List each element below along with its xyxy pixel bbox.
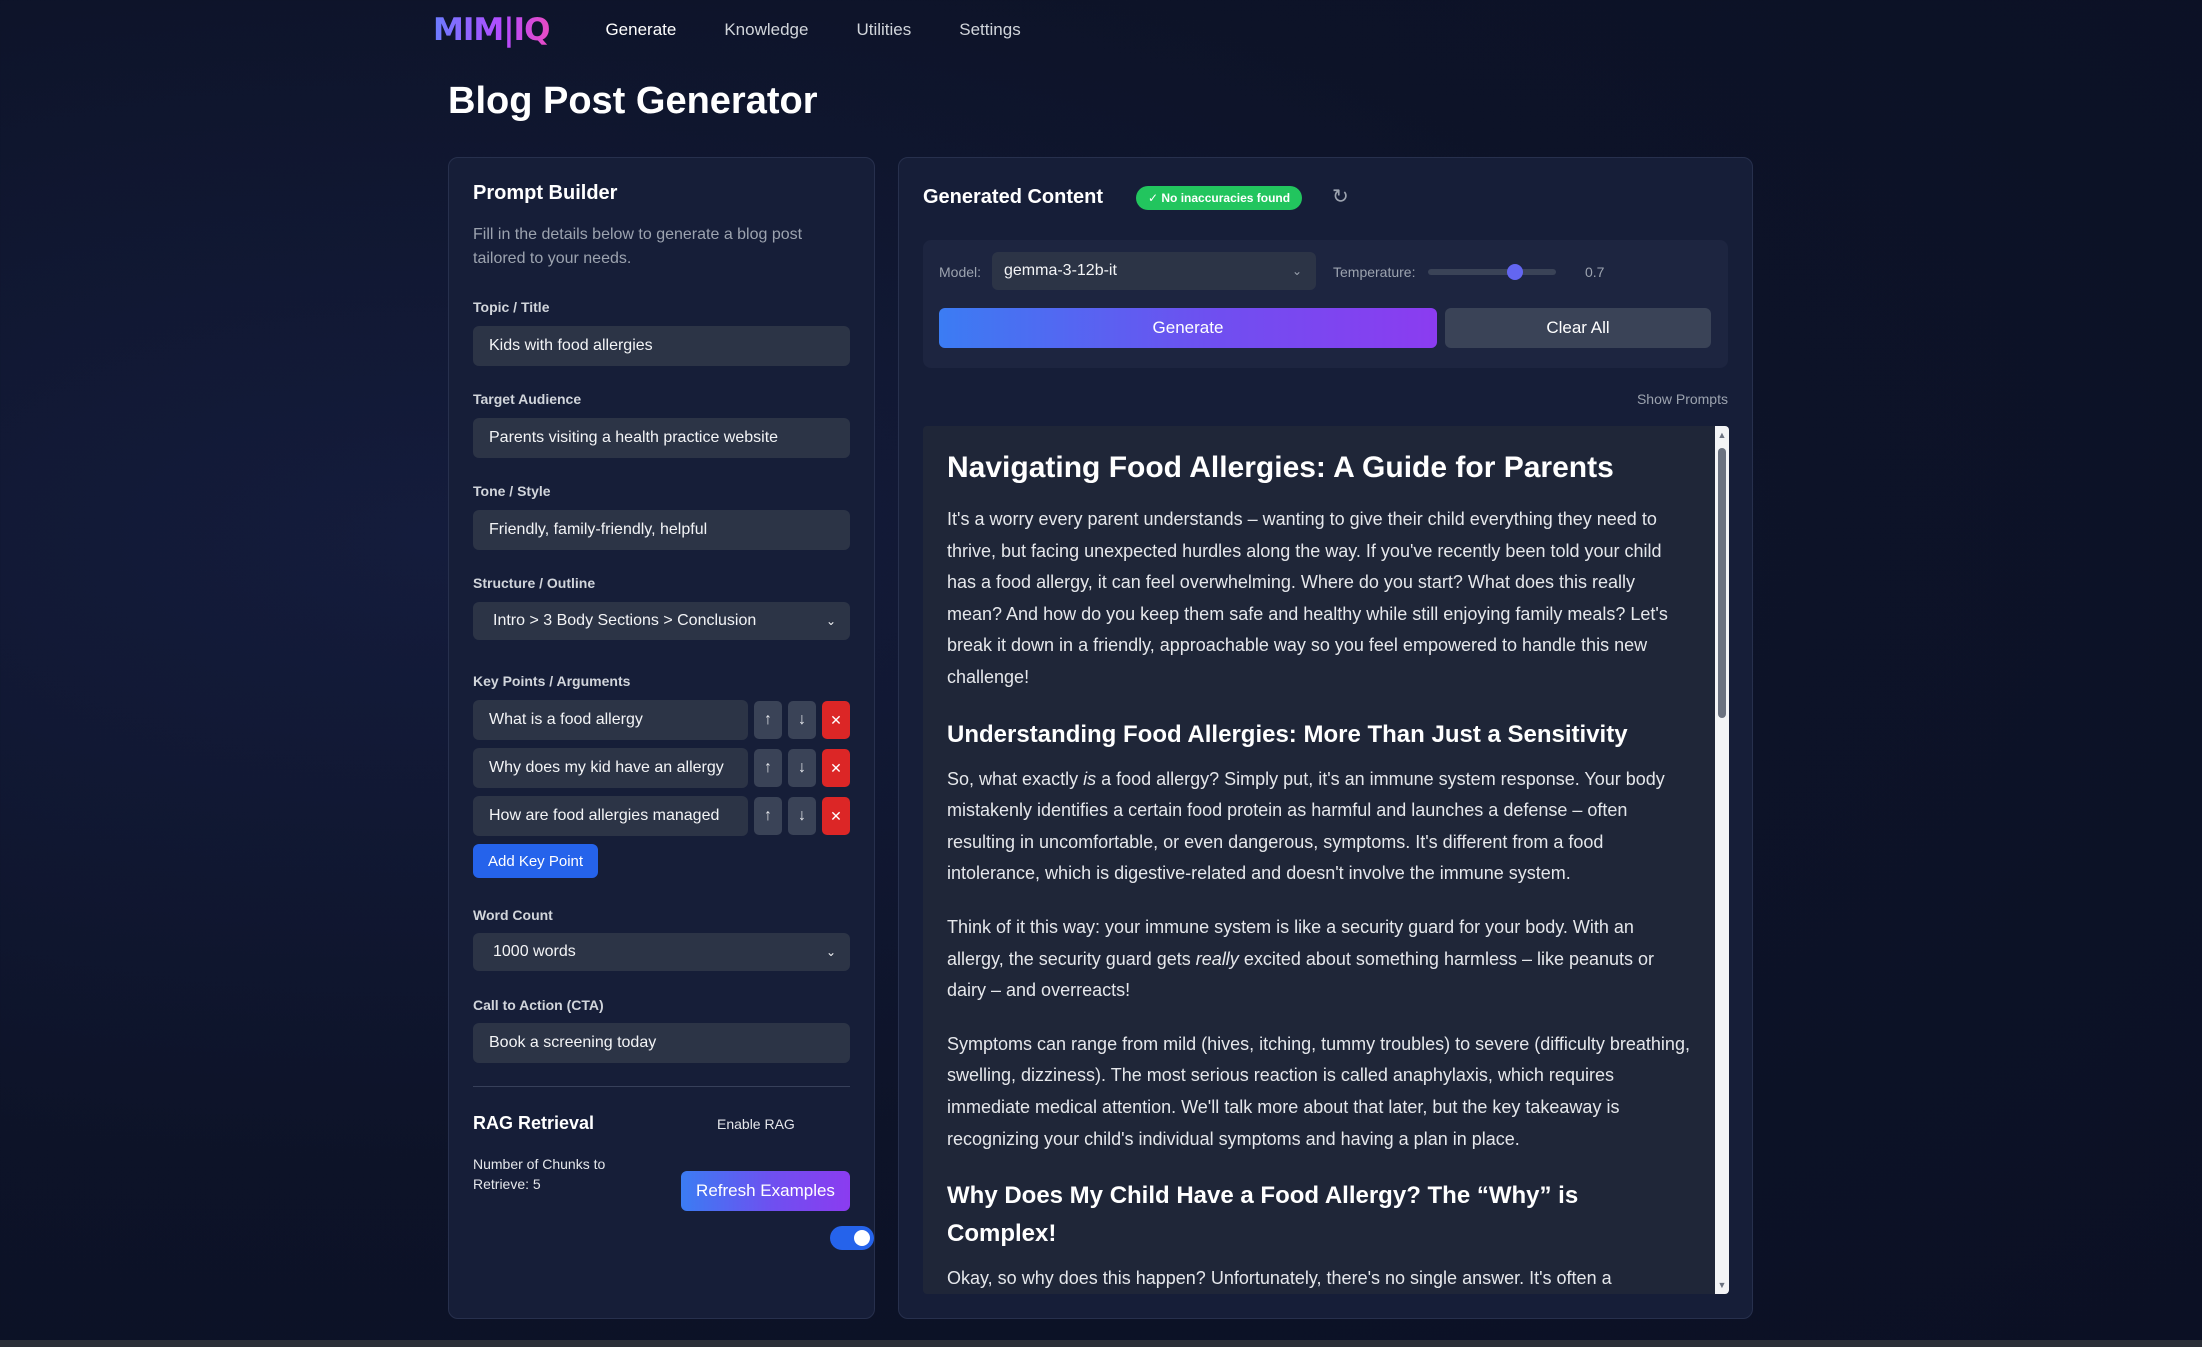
article-paragraph: So, what exactly is a food allergy? Simp… bbox=[947, 768, 1665, 884]
keypoint-input[interactable]: What is a food allergy bbox=[473, 700, 748, 740]
article-body: Navigating Food Allergies: A Guide for P… bbox=[947, 448, 1692, 1294]
enable-rag-toggle[interactable] bbox=[830, 1226, 874, 1250]
article-paragraph: Think of it this way: your immune system… bbox=[947, 916, 1655, 1001]
refresh-examples-button[interactable]: Refresh Examples bbox=[681, 1171, 850, 1211]
keypoint-row: How are food allergies managed ↑ ↓ ✕ bbox=[473, 796, 850, 836]
temperature-label: Temperature: bbox=[1333, 264, 1416, 280]
show-prompts-link[interactable]: Show Prompts bbox=[1637, 391, 1728, 407]
model-label: Model: bbox=[939, 264, 982, 280]
article-heading: Why Does My Child Have a Food Allergy? T… bbox=[947, 1182, 1579, 1248]
add-key-point-button[interactable]: Add Key Point bbox=[473, 844, 598, 878]
tone-input[interactable]: Friendly, family-friendly, helpful bbox=[473, 510, 850, 550]
nav-knowledge[interactable]: Knowledge bbox=[724, 20, 808, 40]
article-paragraph: It's a worry every parent understands – … bbox=[947, 509, 1668, 687]
accuracy-badge: ✓ No inaccuracies found bbox=[1136, 186, 1303, 210]
generated-article[interactable]: Navigating Food Allergies: A Guide for P… bbox=[923, 426, 1729, 1294]
section-divider bbox=[473, 1086, 850, 1087]
delete-keypoint-button[interactable]: ✕ bbox=[822, 749, 850, 787]
temperature-slider[interactable] bbox=[1428, 264, 1556, 280]
arrow-down-icon: ↓ bbox=[798, 807, 806, 824]
arrow-down-icon: ↓ bbox=[798, 711, 806, 728]
nav-settings[interactable]: Settings bbox=[959, 20, 1020, 40]
article-paragraph: Symptoms can range from mild (hives, itc… bbox=[947, 1033, 1690, 1149]
arrow-up-icon: ↑ bbox=[764, 807, 772, 824]
audience-label: Target Audience bbox=[473, 391, 582, 407]
structure-label: Structure / Outline bbox=[473, 575, 596, 591]
move-down-button[interactable]: ↓ bbox=[788, 749, 816, 787]
arrow-down-icon: ↓ bbox=[798, 759, 806, 776]
scroll-down-icon[interactable]: ▼ bbox=[1717, 1280, 1727, 1290]
scroll-up-icon[interactable]: ▲ bbox=[1717, 430, 1727, 440]
keypoint-input[interactable]: How are food allergies managed bbox=[473, 796, 748, 836]
clear-all-button[interactable]: Clear All bbox=[1445, 308, 1711, 348]
audience-input[interactable]: Parents visiting a health practice websi… bbox=[473, 418, 850, 458]
generated-content-title: Generated Content bbox=[923, 186, 1104, 208]
app-logo[interactable]: MIM|IQ bbox=[433, 12, 550, 48]
temperature-slider-thumb[interactable] bbox=[1507, 264, 1523, 280]
generation-controls: Model: gemma-3-12b-it ⌄ Temperature: 0.7… bbox=[923, 240, 1728, 368]
rag-title: RAG Retrieval bbox=[473, 1113, 595, 1133]
model-select[interactable]: gemma-3-12b-it ⌄ bbox=[992, 252, 1316, 290]
wordcount-select[interactable]: 1000 words ⌄ bbox=[473, 933, 850, 971]
move-down-button[interactable]: ↓ bbox=[788, 701, 816, 739]
enable-rag-label: Enable RAG bbox=[717, 1116, 795, 1132]
page-title: Blog Post Generator bbox=[448, 80, 818, 122]
prompt-builder-panel: Prompt Builder Fill in the details below… bbox=[448, 157, 875, 1347]
wordcount-value: 1000 words bbox=[493, 943, 576, 960]
keypoint-row: What is a food allergy ↑ ↓ ✕ bbox=[473, 700, 850, 740]
structure-select[interactable]: Intro > 3 Body Sections > Conclusion ⌄ bbox=[473, 602, 850, 640]
article-heading: Understanding Food Allergies: More Than … bbox=[947, 720, 1628, 748]
chevron-down-icon: ⌄ bbox=[1291, 264, 1302, 278]
keypoints-label: Key Points / Arguments bbox=[473, 673, 631, 689]
article-title: Navigating Food Allergies: A Guide for P… bbox=[947, 451, 1614, 484]
chevron-down-icon: ⌄ bbox=[825, 945, 836, 959]
cta-input[interactable]: Book a screening today bbox=[473, 1023, 850, 1063]
close-icon: ✕ bbox=[830, 711, 842, 728]
article-paragraph: Okay, so why does this happen? Unfortuna… bbox=[947, 1268, 1612, 1289]
wordcount-label: Word Count bbox=[473, 907, 553, 923]
move-up-button[interactable]: ↑ bbox=[754, 701, 782, 739]
chevron-down-icon: ⌄ bbox=[825, 614, 836, 628]
close-icon: ✕ bbox=[830, 807, 842, 824]
structure-value: Intro > 3 Body Sections > Conclusion bbox=[493, 612, 757, 629]
cta-label: Call to Action (CTA) bbox=[473, 997, 604, 1013]
generated-content-panel: Generated Content ✓ No inaccuracies foun… bbox=[898, 157, 1753, 1319]
arrow-up-icon: ↑ bbox=[764, 759, 772, 776]
generate-button[interactable]: Generate bbox=[939, 308, 1437, 348]
prompt-builder-description: Fill in the details below to generate a … bbox=[473, 226, 803, 267]
keypoint-input[interactable]: Why does my kid have an allergy bbox=[473, 748, 748, 788]
bottom-edge bbox=[0, 1340, 2202, 1347]
topic-label: Topic / Title bbox=[473, 299, 550, 315]
delete-keypoint-button[interactable]: ✕ bbox=[822, 701, 850, 739]
arrow-up-icon: ↑ bbox=[764, 711, 772, 728]
temperature-value: 0.7 bbox=[1585, 264, 1605, 280]
move-down-button[interactable]: ↓ bbox=[788, 797, 816, 835]
nav-generate[interactable]: Generate bbox=[605, 20, 676, 40]
prompt-builder-title: Prompt Builder bbox=[473, 182, 618, 204]
delete-keypoint-button[interactable]: ✕ bbox=[822, 797, 850, 835]
scrollbar-thumb[interactable] bbox=[1718, 448, 1726, 718]
model-value: gemma-3-12b-it bbox=[1004, 262, 1117, 279]
topic-input[interactable]: Kids with food allergies bbox=[473, 326, 850, 366]
article-scrollbar[interactable]: ▲ ▼ bbox=[1715, 426, 1729, 1294]
tone-label: Tone / Style bbox=[473, 483, 551, 499]
move-up-button[interactable]: ↑ bbox=[754, 797, 782, 835]
refresh-icon[interactable]: ↻ bbox=[1332, 184, 1349, 209]
close-icon: ✕ bbox=[830, 759, 842, 776]
chunks-label: Number of Chunks to Retrieve: 5 bbox=[473, 1156, 606, 1192]
nav-utilities[interactable]: Utilities bbox=[856, 20, 911, 40]
top-nav: MIM|IQ Generate Knowledge Utilities Sett… bbox=[433, 10, 1021, 50]
keypoint-row: Why does my kid have an allergy ↑ ↓ ✕ bbox=[473, 748, 850, 788]
move-up-button[interactable]: ↑ bbox=[754, 749, 782, 787]
